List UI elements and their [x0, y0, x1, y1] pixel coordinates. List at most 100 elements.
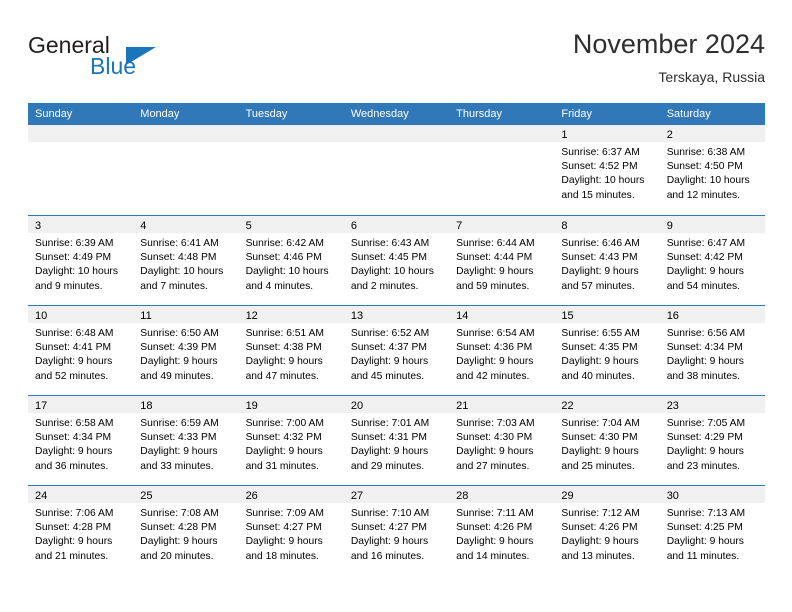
day-details: Sunrise: 6:38 AM Sunset: 4:50 PM Daylight:… [660, 142, 765, 203]
day-detail-line: Sunrise: 6:56 AM [666, 328, 746, 339]
weekday-header-row: Sunday Monday Tuesday Wednesday Thursday Frid… [28, 103, 765, 125]
day-cell[interactable]: 12 Sunrise: 6:51 AM Sunset: 4:38 PM Dayligh… [238, 306, 344, 395]
day-detail-line: Daylight: 10 hours [140, 266, 224, 278]
brand-name-blue: Blue [90, 53, 137, 79]
day-detail-line: Sunset: 4:36 PM [456, 342, 533, 354]
day-cell[interactable]: 30 Sunrise: 7:13 AM Sunset: 4:25 PM Dayligh… [659, 486, 765, 575]
day-cell[interactable]: 15 Sunrise: 6:55 AM Sunset: 4:35 PM Dayligh… [554, 306, 660, 395]
day-detail-line: Daylight: 9 hours [456, 356, 534, 368]
day-number-band: 13 [343, 306, 450, 323]
day-cell[interactable]: 2 Sunrise: 6:38 AM Sunset: 4:50 PM Daylight… [659, 125, 765, 215]
day-number-band: 8 [554, 216, 660, 233]
day-cell[interactable]: 3 Sunrise: 6:39 AM Sunset: 4:49 PM Daylight… [28, 216, 134, 305]
day-cell[interactable]: 19 Sunrise: 7:00 AM Sunset: 4:32 PM Dayligh… [238, 396, 344, 485]
day-cell[interactable]: 8 Sunrise: 6:46 AM Sunset: 4:43 PM Daylight… [554, 216, 660, 305]
day-cell[interactable]: 11 Sunrise: 6:50 AM Sunset: 4:39 PM Dayligh… [133, 306, 239, 395]
day-cell[interactable]: 9 Sunrise: 6:47 AM Sunset: 4:42 PM Daylight… [659, 216, 765, 305]
day-cell[interactable]: 26 Sunrise: 7:09 AM Sunset: 4:27 PM Dayligh… [238, 486, 344, 575]
day-number: 12 [245, 310, 258, 322]
title-block: November 2024 Terskaya, Russia [573, 28, 765, 87]
calendar-week-row: 17 Sunrise: 6:58 AM Sunset: 4:34 PM Dayligh… [28, 395, 765, 485]
day-details: Sunrise: 7:01 AM Sunset: 4:31 PM Daylight:… [344, 413, 449, 474]
day-detail-line: Sunrise: 6:51 AM [245, 328, 324, 339]
day-cell[interactable]: 22 Sunrise: 7:04 AM Sunset: 4:30 PM Dayligh… [554, 396, 660, 485]
day-detail-line: and 21 minutes. [35, 550, 109, 562]
day-cell[interactable]: 1 Sunrise: 6:37 AM Sunset: 4:52 PM Daylight… [554, 125, 660, 215]
day-detail-line: Sunrise: 6:48 AM [35, 328, 114, 339]
day-number-band: 4 [133, 216, 239, 233]
day-number-band: 23 [659, 396, 765, 413]
day-cell[interactable]: 6 Sunrise: 6:43 AM Sunset: 4:45 PM Daylight… [343, 216, 450, 305]
day-number: 8 [561, 220, 568, 232]
day-detail-line: and 29 minutes. [350, 460, 425, 472]
weekday-header-saturday: Saturday [666, 108, 711, 120]
day-detail-line: Sunrise: 7:05 AM [666, 418, 746, 429]
day-number-band: 16 [659, 306, 765, 323]
day-detail-line: and 47 minutes. [245, 370, 319, 382]
day-detail-line: Daylight: 9 hours [245, 446, 323, 458]
day-number: 29 [561, 490, 574, 502]
day-cell[interactable]: 21 Sunrise: 7:03 AM Sunset: 4:30 PM Dayligh… [449, 396, 555, 485]
day-detail-line: Sunrise: 6:38 AM [666, 147, 746, 158]
day-cell[interactable]: 16 Sunrise: 6:56 AM Sunset: 4:34 PM Dayligh… [659, 306, 765, 395]
day-detail-line: and 16 minutes. [350, 550, 425, 562]
day-cell[interactable]: 17 Sunrise: 6:58 AM Sunset: 4:34 PM Dayligh… [28, 396, 134, 485]
day-details: Sunrise: 7:09 AM Sunset: 4:27 PM Daylight:… [239, 503, 344, 564]
day-detail-line: Sunrise: 6:37 AM [561, 147, 640, 158]
day-cell[interactable]: 18 Sunrise: 6:59 AM Sunset: 4:33 PM Dayligh… [133, 396, 239, 485]
day-detail-line: and 49 minutes. [140, 370, 214, 382]
day-cell[interactable]: 29 Sunrise: 7:12 AM Sunset: 4:26 PM Dayligh… [554, 486, 660, 575]
day-cell[interactable]: 7 Sunrise: 6:44 AM Sunset: 4:44 PM Daylight… [449, 216, 555, 305]
day-details: Sunrise: 6:46 AM Sunset: 4:43 PM Daylight:… [554, 233, 659, 294]
day-details: Sunrise: 6:48 AM Sunset: 4:41 PM Daylight:… [28, 323, 133, 384]
day-number: 10 [35, 310, 48, 322]
day-details: Sunrise: 7:08 AM Sunset: 4:28 PM Daylight:… [133, 503, 238, 564]
day-detail-line: and 38 minutes. [666, 370, 740, 382]
day-cell[interactable]: 5 Sunrise: 6:42 AM Sunset: 4:46 PM Daylight… [238, 216, 344, 305]
day-detail-line: Daylight: 10 hours [666, 175, 750, 187]
day-detail-line: Sunset: 4:41 PM [35, 342, 112, 354]
day-details [28, 142, 133, 146]
day-number-band: 29 [554, 486, 660, 503]
day-cell[interactable]: 27 Sunrise: 7:10 AM Sunset: 4:27 PM Dayligh… [343, 486, 450, 575]
day-detail-line: Sunrise: 7:11 AM [456, 508, 534, 519]
day-detail-line: Sunset: 4:28 PM [35, 522, 112, 534]
day-detail-line: and 2 minutes. [350, 280, 419, 292]
day-cell[interactable]: 23 Sunrise: 7:05 AM Sunset: 4:29 PM Dayligh… [659, 396, 765, 485]
day-cell[interactable]: 14 Sunrise: 6:54 AM Sunset: 4:36 PM Dayligh… [449, 306, 555, 395]
day-detail-line: Sunrise: 6:42 AM [245, 238, 324, 249]
day-number-band [28, 125, 134, 142]
day-cell[interactable]: 24 Sunrise: 7:06 AM Sunset: 4:28 PM Dayligh… [28, 486, 134, 575]
day-cell[interactable]: 4 Sunrise: 6:41 AM Sunset: 4:48 PM Daylight… [133, 216, 239, 305]
day-detail-line: Sunset: 4:30 PM [561, 432, 638, 444]
day-detail-line: Daylight: 9 hours [561, 356, 639, 368]
day-detail-line: Sunset: 4:42 PM [666, 252, 743, 264]
day-detail-line: Sunset: 4:32 PM [245, 432, 322, 444]
day-number: 4 [140, 220, 147, 232]
day-detail-line: Daylight: 9 hours [561, 536, 639, 548]
day-number: 2 [666, 129, 673, 141]
day-detail-line: Sunrise: 7:09 AM [245, 508, 324, 519]
day-detail-line: Sunset: 4:34 PM [35, 432, 112, 444]
day-detail-line: Sunrise: 6:59 AM [140, 418, 219, 429]
day-detail-line: and 33 minutes. [140, 460, 214, 472]
day-cell[interactable]: 25 Sunrise: 7:08 AM Sunset: 4:28 PM Dayligh… [133, 486, 239, 575]
day-number: 28 [456, 490, 469, 502]
day-cell[interactable]: 10 Sunrise: 6:48 AM Sunset: 4:41 PM Dayligh… [28, 306, 134, 395]
day-detail-line: and 36 minutes. [35, 460, 109, 472]
day-cell[interactable]: 13 Sunrise: 6:52 AM Sunset: 4:37 PM Dayligh… [343, 306, 450, 395]
brand-logo[interactable]: General Blue [28, 32, 228, 88]
day-detail-line: Daylight: 10 hours [350, 266, 434, 278]
calendar-week-row: 1 Sunrise: 6:37 AM Sunset: 4:52 PM Daylight… [28, 125, 765, 215]
day-cell-empty [238, 125, 344, 215]
day-number-band: 25 [133, 486, 239, 503]
day-details: Sunrise: 6:51 AM Sunset: 4:38 PM Daylight:… [239, 323, 344, 384]
day-number: 22 [561, 400, 574, 412]
day-details: Sunrise: 7:12 AM Sunset: 4:26 PM Daylight:… [554, 503, 659, 564]
day-number: 24 [35, 490, 48, 502]
day-number-band: 18 [133, 396, 239, 413]
day-detail-line: Sunset: 4:44 PM [456, 252, 533, 264]
day-number: 11 [140, 310, 152, 322]
day-cell[interactable]: 28 Sunrise: 7:11 AM Sunset: 4:26 PM Dayligh… [449, 486, 555, 575]
day-cell[interactable]: 20 Sunrise: 7:01 AM Sunset: 4:31 PM Dayligh… [343, 396, 450, 485]
